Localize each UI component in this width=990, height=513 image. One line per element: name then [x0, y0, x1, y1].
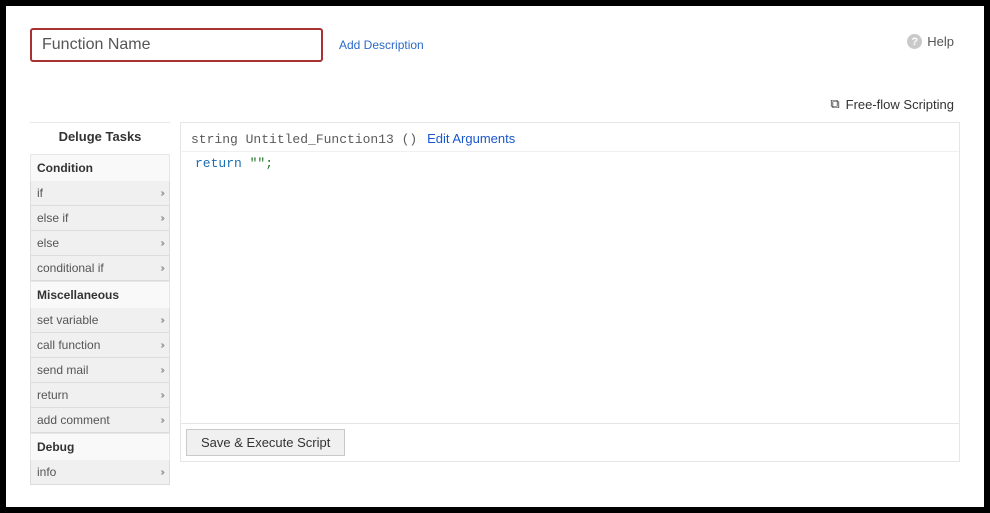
freeflow-label: Free-flow Scripting — [846, 97, 954, 112]
task-if[interactable]: if ›› — [30, 181, 170, 206]
help-icon: ? — [907, 34, 922, 49]
group-label-debug: Debug — [30, 433, 170, 460]
header-row: Add Description — [30, 28, 960, 62]
code-rest: ""; — [242, 156, 273, 171]
group-label-condition: Condition — [30, 154, 170, 181]
drag-icon: ›› — [160, 467, 163, 478]
task-return[interactable]: return ›› — [30, 383, 170, 408]
drag-icon: ›› — [160, 315, 163, 326]
editor-pane: string Untitled_Function13 () Edit Argum… — [180, 122, 960, 462]
task-label: add comment — [37, 413, 110, 427]
drag-icon: ›› — [160, 390, 163, 401]
task-label: send mail — [37, 363, 88, 377]
content-row: Deluge Tasks Condition if ›› else if ›› el… — [30, 122, 960, 485]
task-label: conditional if — [37, 261, 104, 275]
function-signature-line: string Untitled_Function13 () Edit Argum… — [181, 123, 959, 151]
task-label: else — [37, 236, 59, 250]
freeflow-scripting-toggle[interactable]: ⧉ Free-flow Scripting — [830, 96, 954, 112]
freeflow-icon: ⧉ — [830, 96, 839, 112]
task-set-variable[interactable]: set variable ›› — [30, 308, 170, 333]
code-keyword: return — [195, 156, 242, 171]
task-label: info — [37, 465, 56, 479]
help-link[interactable]: ? Help — [907, 34, 954, 49]
function-name-input[interactable] — [30, 28, 323, 62]
task-else[interactable]: else ›› — [30, 231, 170, 256]
task-call-function[interactable]: call function ›› — [30, 333, 170, 358]
add-description-link[interactable]: Add Description — [339, 38, 424, 52]
drag-icon: ›› — [160, 340, 163, 351]
app-body: Add Description ? Help ⧉ Free-flow Scrip… — [6, 6, 984, 507]
drag-icon: ›› — [160, 238, 163, 249]
task-label: else if — [37, 211, 68, 225]
help-label: Help — [927, 34, 954, 49]
task-send-mail[interactable]: send mail ›› — [30, 358, 170, 383]
task-else-if[interactable]: else if ›› — [30, 206, 170, 231]
editor-bottom-bar: Save & Execute Script — [181, 423, 959, 461]
task-label: set variable — [37, 313, 98, 327]
deluge-tasks-sidebar: Deluge Tasks Condition if ›› else if ›› el… — [30, 122, 170, 485]
edit-arguments-link[interactable]: Edit Arguments — [427, 131, 515, 146]
task-label: if — [37, 186, 43, 200]
drag-icon: ›› — [160, 188, 163, 199]
app-frame: Add Description ? Help ⧉ Free-flow Scrip… — [0, 0, 990, 513]
drag-icon: ›› — [160, 263, 163, 274]
drag-icon: ›› — [160, 213, 163, 224]
save-execute-button[interactable]: Save & Execute Script — [186, 429, 345, 456]
group-label-miscellaneous: Miscellaneous — [30, 281, 170, 308]
task-info[interactable]: info ›› — [30, 460, 170, 485]
drag-icon: ›› — [160, 415, 163, 426]
task-label: return — [37, 388, 68, 402]
signature-text: string Untitled_Function13 () — [191, 132, 417, 147]
task-label: call function — [37, 338, 100, 352]
task-conditional-if[interactable]: conditional if ›› — [30, 256, 170, 281]
drag-icon: ›› — [160, 365, 163, 376]
code-editor[interactable]: return ""; — [181, 151, 959, 423]
task-add-comment[interactable]: add comment ›› — [30, 408, 170, 433]
sidebar-title: Deluge Tasks — [30, 122, 170, 154]
